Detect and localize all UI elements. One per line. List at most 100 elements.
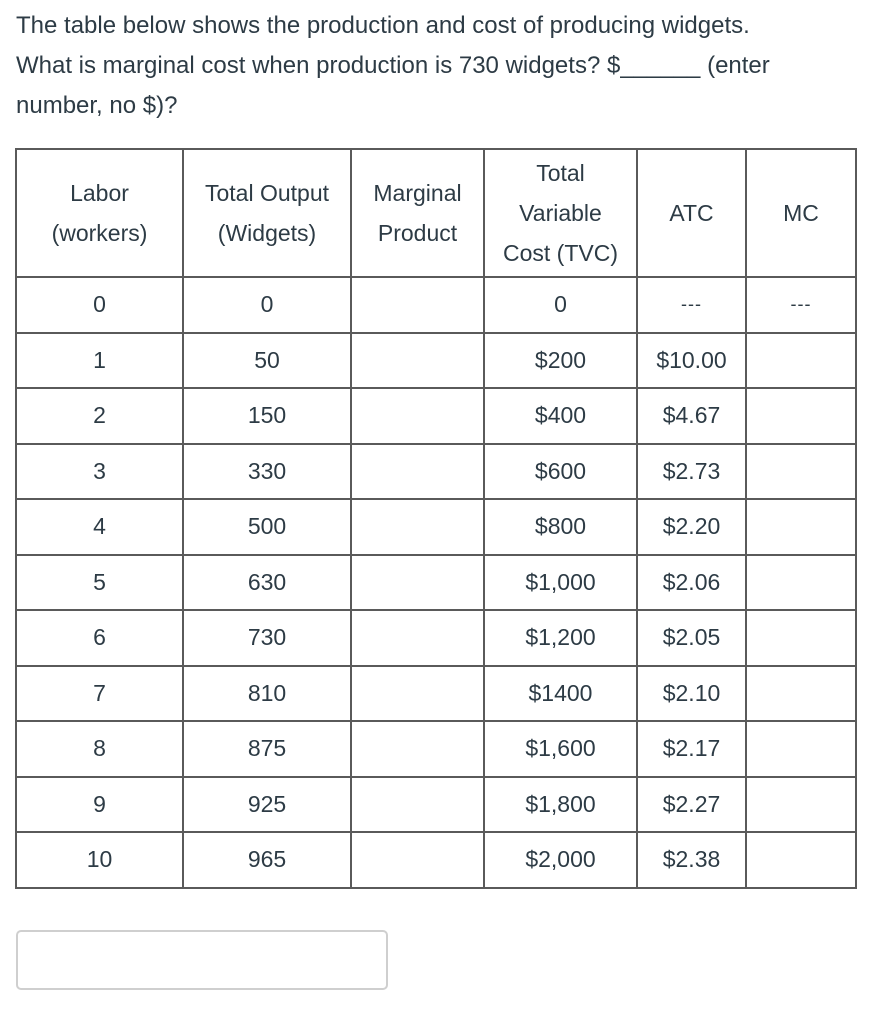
header-tvc-line2: Variable [519,200,602,226]
header-atc-line1: ATC [669,200,714,226]
answer-blank: ______ [620,52,701,79]
cell-atc: --- [636,276,747,334]
cell-marginal-product [350,387,485,445]
cell-mc [745,664,857,722]
cell-atc: $4.67 [636,387,747,445]
cell-mc [745,553,857,611]
cell-output: 965 [182,831,352,889]
cell-output: 150 [182,387,352,445]
cell-tvc: 0 [483,276,638,334]
question-line-2-prefix: What is marginal cost when production is… [16,52,621,79]
header-tvc-line1: Total [536,160,585,186]
cell-marginal-product [350,442,485,500]
cell-tvc: $2,000 [483,831,638,889]
cell-atc: $2.06 [636,553,747,611]
question-line-3: number, no $)? [16,92,178,119]
table-row: 8 875 $1,600 $2.17 [15,720,857,778]
header-atc: ATC [636,148,747,278]
header-mc-line1: MC [783,200,819,226]
cell-output: 500 [182,498,352,556]
cell-labor: 9 [15,775,184,833]
cell-atc: $2.17 [636,720,747,778]
table-row: 1 50 $200 $10.00 [15,331,857,389]
cell-atc: $2.10 [636,664,747,722]
cell-marginal-product [350,553,485,611]
cell-mc [745,775,857,833]
header-tvc: Total Variable Cost (TVC) [483,148,638,278]
table-header-row: Labor (workers) Total Output (Widgets) Mar… [15,148,857,278]
table-row: 4 500 $800 $2.20 [15,498,857,556]
cell-output: 810 [182,664,352,722]
cell-marginal-product [350,775,485,833]
header-marginal-product: Marginal Product [350,148,485,278]
cell-output: 730 [182,609,352,667]
header-mp-line1: Marginal [373,180,462,206]
header-output-line1: Total Output [204,180,330,206]
header-labor-line2: (workers) [51,220,148,246]
cell-mc [745,442,857,500]
cell-marginal-product [350,831,485,889]
cell-mc [745,720,857,778]
cell-tvc: $1400 [483,664,638,722]
cell-mc: --- [745,276,857,334]
table-row: 2 150 $400 $4.67 [15,387,857,445]
table-row: 5 630 $1,000 $2.06 [15,553,857,611]
cell-mc [745,498,857,556]
question-text: The table below shows the production and… [16,6,876,126]
cell-tvc: $200 [483,331,638,389]
cell-mc [745,331,857,389]
cell-marginal-product [350,276,485,334]
cell-atc: $2.38 [636,831,747,889]
header-mp-line2: Product [377,220,458,246]
header-output-line2: (Widgets) [217,220,317,246]
cell-output: 925 [182,775,352,833]
cell-marginal-product [350,498,485,556]
cell-labor: 3 [15,442,184,500]
cell-output: 330 [182,442,352,500]
cell-labor: 4 [15,498,184,556]
cell-labor: 6 [15,609,184,667]
cell-atc: $2.73 [636,442,747,500]
cell-labor: 8 [15,720,184,778]
table-body: 0 0 0 --- --- 1 50 $200 $10.00 2 150 $400 $4.67 3 330 $… [15,276,857,889]
header-mc: MC [745,148,857,278]
header-labor: Labor (workers) [15,148,184,278]
cell-mc [745,609,857,667]
cell-mc [745,831,857,889]
table-row: 0 0 0 --- --- [15,276,857,334]
header-tvc-line3: Cost (TVC) [503,240,618,266]
table-row: 3 330 $600 $2.73 [15,442,857,500]
cell-labor: 5 [15,553,184,611]
cell-labor: 2 [15,387,184,445]
cell-output: 0 [182,276,352,334]
table-row: 7 810 $1400 $2.10 [15,664,857,722]
cell-labor: 1 [15,331,184,389]
cell-atc: $2.20 [636,498,747,556]
answer-input[interactable] [16,930,388,990]
cell-tvc: $1,000 [483,553,638,611]
cell-marginal-product [350,664,485,722]
question-line-1: The table below shows the production and… [16,12,750,39]
table-row: 10 965 $2,000 $2.38 [15,831,857,889]
cell-output: 875 [182,720,352,778]
table-row: 6 730 $1,200 $2.05 [15,609,857,667]
cell-labor: 7 [15,664,184,722]
table-row: 9 925 $1,800 $2.27 [15,775,857,833]
cell-tvc: $1,800 [483,775,638,833]
cell-marginal-product [350,609,485,667]
cell-marginal-product [350,331,485,389]
cell-mc [745,387,857,445]
cell-labor: 10 [15,831,184,889]
cell-tvc: $800 [483,498,638,556]
cell-atc: $2.05 [636,609,747,667]
cell-tvc: $1,200 [483,609,638,667]
cell-tvc: $1,600 [483,720,638,778]
production-cost-table: Labor (workers) Total Output (Widgets) Mar… [15,148,857,889]
cell-labor: 0 [15,276,184,334]
cell-tvc: $400 [483,387,638,445]
header-total-output: Total Output (Widgets) [182,148,352,278]
question-line-2: What is marginal cost when production is… [16,46,876,86]
cell-tvc: $600 [483,442,638,500]
cell-output: 630 [182,553,352,611]
cell-atc: $2.27 [636,775,747,833]
